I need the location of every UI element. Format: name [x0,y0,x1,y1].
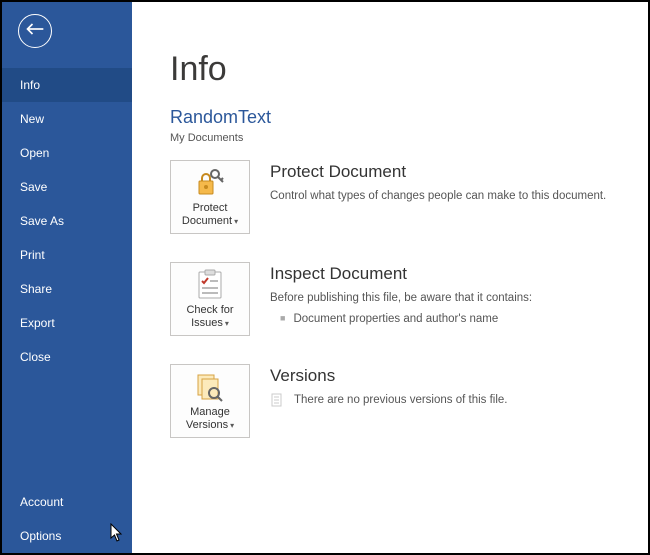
sidebar-item-export[interactable]: Export [2,306,132,340]
protect-heading: Protect Document [270,162,606,182]
chevron-down-icon: ▾ [230,421,234,431]
main-panel: Info RandomText My Documents Protect [132,2,648,553]
sidebar-item-save[interactable]: Save [2,170,132,204]
chevron-down-icon: ▾ [225,319,229,329]
protect-tile-line1: Protect [193,202,228,215]
protect-desc: Control what types of changes people can… [270,188,606,205]
backstage-sidebar: Info New Open Save Save As Print Share E… [2,2,132,553]
inspect-desc: Before publishing this file, be aware th… [270,290,532,307]
manage-versions-button[interactable]: Manage Versions ▾ [170,364,250,438]
protect-tile-line2: Document [182,215,232,228]
sidebar-item-print[interactable]: Print [2,238,132,272]
inspect-heading: Inspect Document [270,264,532,284]
sidebar-item-info[interactable]: Info [2,68,132,102]
versions-desc: There are no previous versions of this f… [294,392,508,409]
document-location: My Documents [170,132,648,144]
sidebar-item-account[interactable]: Account [2,485,132,519]
chevron-down-icon: ▾ [234,217,238,227]
document-title: RandomText [170,107,648,128]
bullet-icon: ■ [280,311,285,325]
inspect-tile-line1: Check for [186,304,233,317]
checklist-icon [196,268,224,302]
versions-icon [195,370,225,404]
section-protect: Protect Document ▾ Protect Document Cont… [170,160,648,234]
sidebar-nav: Info New Open Save Save As Print Share E… [2,68,132,374]
back-arrow-icon [25,21,45,42]
sidebar-item-new[interactable]: New [2,102,132,136]
page-title: Info [170,50,648,89]
inspect-tile-line2: Issues [191,317,223,330]
versions-heading: Versions [270,366,508,386]
sidebar-item-share[interactable]: Share [2,272,132,306]
sidebar-item-save-as[interactable]: Save As [2,204,132,238]
document-icon [270,393,284,407]
check-for-issues-button[interactable]: Check for Issues ▾ [170,262,250,336]
sidebar-item-options[interactable]: Options [2,519,132,553]
versions-tile-line1: Manage [190,406,230,419]
sidebar-item-close[interactable]: Close [2,340,132,374]
back-button[interactable] [18,14,52,48]
versions-tile-line2: Versions [186,419,228,432]
protect-document-button[interactable]: Protect Document ▾ [170,160,250,234]
sidebar-item-open[interactable]: Open [2,136,132,170]
inspect-bullet-1: Document properties and author's name [293,311,498,328]
section-inspect: Check for Issues ▾ Inspect Document Befo… [170,262,648,336]
section-versions: Manage Versions ▾ Versions There are no … [170,364,648,438]
lock-key-icon [195,166,225,200]
